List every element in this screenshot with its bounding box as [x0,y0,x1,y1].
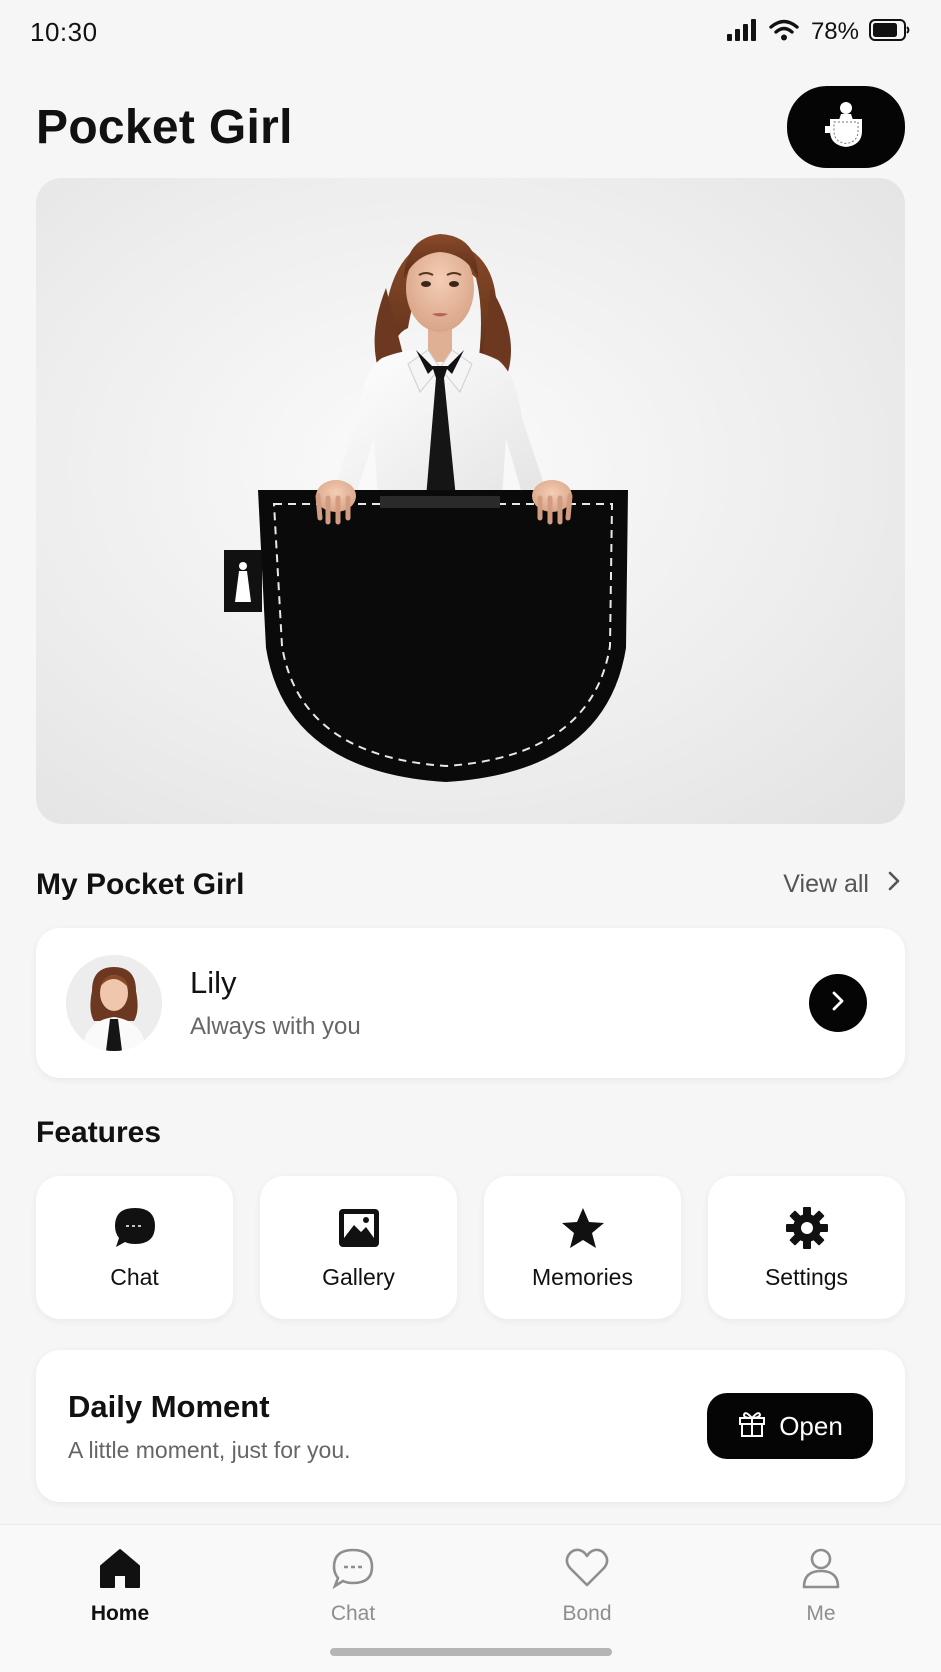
daily-moment-title: Daily Moment [68,1388,270,1424]
battery-icon [869,18,911,46]
companion-card[interactable]: Lily Always with you [36,928,905,1078]
gear-icon [785,1204,829,1252]
feature-label: Settings [764,1264,849,1290]
status-time: 10:30 [30,16,98,47]
open-button-label: Open [779,1410,843,1441]
hero-illustration [224,234,628,782]
feature-label: Gallery [322,1264,395,1290]
tab-label: Me [806,1602,836,1625]
feature-label: Chat [110,1264,159,1290]
view-all-link[interactable]: View all [783,870,901,899]
pocket-figure-icon [818,97,874,158]
page-title: Pocket Girl [36,100,293,154]
cellular-signal-icon [726,18,759,46]
open-companion-button[interactable] [809,974,867,1032]
feature-chat[interactable]: Chat [36,1176,233,1319]
battery-percentage: 78% [810,18,859,45]
chat-bubble-icon [111,1204,159,1252]
tab-label: Home [90,1602,150,1625]
open-daily-moment-button[interactable]: Open [707,1393,873,1459]
avatar [66,955,162,1051]
wifi-icon [769,19,799,46]
tab-bond[interactable]: Bond [527,1547,647,1626]
home-indicator [330,1648,612,1656]
features-heading: Features [36,1116,162,1149]
chevron-right-icon [887,870,901,899]
image-icon [337,1204,381,1252]
daily-moment-text: Daily Moment A little moment, just for y… [68,1389,351,1464]
companion-tagline: Always with you [190,1013,361,1040]
chat-bubble-icon [331,1547,375,1594]
feature-settings[interactable]: Settings [708,1176,905,1319]
feature-memories[interactable]: Memories [484,1176,681,1319]
header: Pocket Girl [36,84,905,170]
heart-icon [564,1547,610,1594]
tab-label: Chat [330,1602,376,1625]
tab-chat[interactable]: Chat [293,1547,413,1626]
tab-me[interactable]: Me [761,1547,881,1626]
my-pocket-girl-heading: My Pocket Girl [36,868,245,901]
daily-moment-subtitle: A little moment, just for you. [68,1436,351,1463]
companion-info: Lily Always with you [190,965,809,1041]
status-bar: 10:30 78% [0,0,941,64]
hero-image [36,178,905,824]
view-all-label: View all [783,870,869,898]
gift-icon [737,1408,767,1445]
features-grid: Chat Gallery Memories Settings [36,1176,905,1319]
home-icon [98,1547,142,1594]
status-icons: 78% [726,18,911,46]
feature-gallery[interactable]: Gallery [260,1176,457,1319]
star-icon [560,1204,606,1252]
tab-label: Bond [562,1602,612,1625]
pocket-button[interactable] [787,86,905,168]
tab-home[interactable]: Home [60,1547,180,1626]
chevron-right-icon [830,989,846,1018]
daily-moment-card: Daily Moment A little moment, just for y… [36,1350,905,1502]
person-icon [800,1547,842,1594]
companion-name: Lily [190,965,237,1000]
feature-label: Memories [532,1264,633,1290]
